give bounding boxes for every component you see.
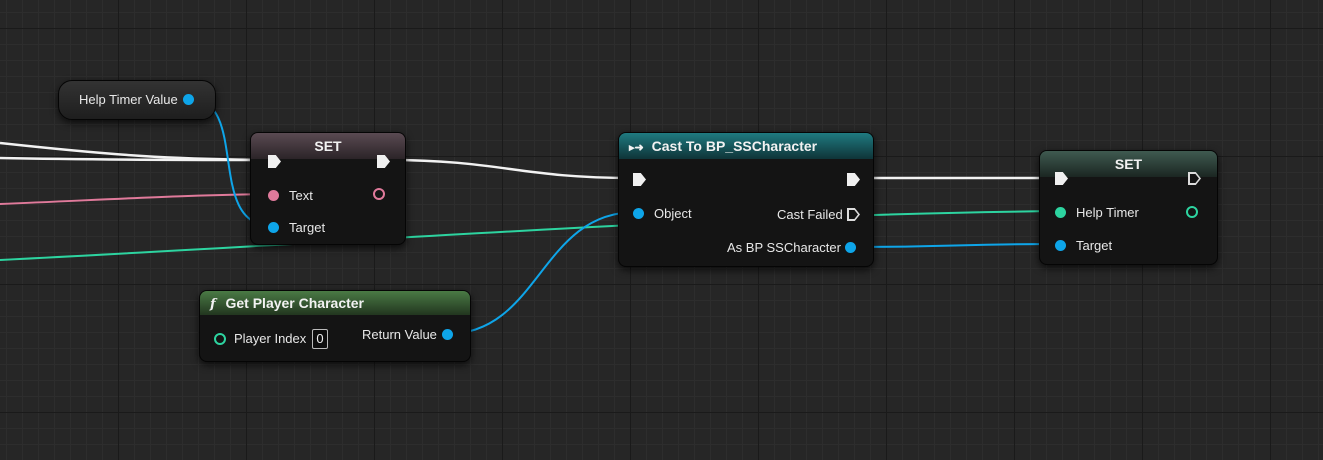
player-index-input[interactable]: 0: [312, 329, 328, 349]
help-timer-value-output-pin[interactable]: [183, 94, 194, 105]
get-player-character-header: f Get Player Character: [200, 291, 470, 315]
set-text-title: SET: [314, 138, 342, 154]
function-icon: f: [210, 297, 216, 312]
get-player-character-title: Get Player Character: [225, 295, 365, 311]
help-timer-value-label: Help Timer Value: [79, 92, 178, 107]
cast-as-label: As BP SSCharacter: [727, 240, 841, 255]
exec-wire-set-to-cast: [387, 158, 633, 180]
set-help-timer-title: SET: [1114, 156, 1143, 172]
text-wire: [0, 193, 273, 205]
set-text-node[interactable]: SET Text Target: [250, 132, 406, 245]
player-index-pin[interactable]: [214, 333, 226, 345]
help-timer-value-node[interactable]: Help Timer Value: [58, 80, 216, 120]
set-text-target-pin[interactable]: [268, 222, 279, 233]
cast-to-node[interactable]: ▸➜ Cast To BP_SSCharacter Object Cast Fa…: [618, 132, 874, 267]
player-index-label: Player Index: [234, 331, 307, 346]
set-help-timer-output-pin[interactable]: [1186, 206, 1198, 218]
set-help-timer-help-timer-label: Help Timer: [1076, 205, 1139, 220]
set-text-target-label: Target: [289, 220, 326, 235]
set-text-text-label: Text: [289, 188, 313, 203]
set-help-timer-target-label: Target: [1076, 238, 1113, 253]
get-player-character-node[interactable]: f Get Player Character Player Index 0 Re…: [199, 290, 471, 362]
cast-object-pin[interactable]: [633, 208, 644, 219]
set-text-text-pin[interactable]: [268, 190, 279, 201]
cast-to-title: Cast To BP_SSCharacter: [651, 138, 818, 154]
cast-exec-in-pin[interactable]: [633, 173, 646, 186]
object-wire-cast-to-target: [849, 243, 1061, 248]
cast-as-output-pin[interactable]: [845, 242, 856, 253]
return-value-pin[interactable]: [442, 329, 453, 340]
set-text-text-output-pin[interactable]: [373, 188, 385, 200]
float-wire: [0, 210, 1061, 261]
cast-icon: ▸➜: [629, 142, 644, 154]
cast-exec-out-pin[interactable]: [847, 173, 860, 186]
cast-failed-label: Cast Failed: [777, 207, 843, 222]
cast-to-header: ▸➜ Cast To BP_SSCharacter: [619, 133, 873, 159]
return-value-label: Return Value: [362, 327, 437, 342]
set-help-timer-help-timer-pin[interactable]: [1055, 207, 1066, 218]
set-help-timer-node[interactable]: SET Help Timer Target: [1039, 150, 1218, 265]
cast-object-label: Object: [654, 206, 692, 221]
set-help-timer-target-pin[interactable]: [1055, 240, 1066, 251]
cast-failed-exec-pin[interactable]: [847, 208, 860, 221]
